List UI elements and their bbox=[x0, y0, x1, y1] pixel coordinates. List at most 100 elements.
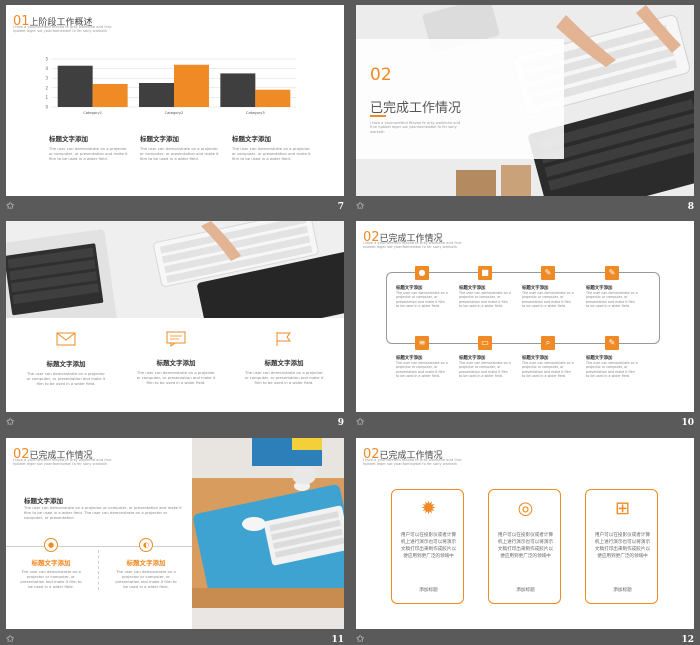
slide-12-footer: ✩ 12 bbox=[356, 634, 694, 645]
item-body: The user can demonstrate on a projector … bbox=[586, 291, 638, 309]
slide-number: 12 bbox=[681, 635, 694, 645]
feature-card-3: ⊞ 用户可以在投影仪或者计算机上进行演示也可以将演示文稿打印出来制作成胶片以便应… bbox=[585, 489, 658, 604]
card-body: The user can demonstrate on a projector … bbox=[49, 146, 128, 161]
aperture-icon: ◎ bbox=[517, 498, 534, 519]
user-circle-icon: ● bbox=[44, 538, 58, 552]
section-number: 02 bbox=[370, 65, 392, 85]
slide-11-footer: ✩ 11 bbox=[6, 634, 344, 645]
slide-number: 8 bbox=[687, 202, 694, 212]
feature-card-2: ◎ 用户可以在投影仪或者计算机上进行演示也可以将演示文稿打印出来制作成胶片以便应… bbox=[488, 489, 561, 604]
y-tick-label: 3 bbox=[45, 76, 48, 81]
accent-divider bbox=[370, 115, 386, 117]
card-title: 标题文字添加 bbox=[46, 360, 86, 368]
item-body: The user can demonstrate on a projector … bbox=[396, 361, 448, 379]
slide-subtitle: I fave a yournoreferd ffiavea fe arky wa… bbox=[363, 241, 462, 250]
item-body: The user can demonstrate on a projector … bbox=[396, 291, 448, 309]
y-tick-label: 1 bbox=[45, 95, 48, 100]
slide-7-thumbnail[interactable]: 01上阶段工作概述 I fave a yournoreferd ffiavea … bbox=[6, 5, 344, 196]
process-item-7: ⌕ 标题文字添加 The user can demonstrate on a p… bbox=[522, 336, 574, 379]
bar bbox=[220, 73, 256, 107]
bar bbox=[92, 83, 128, 107]
card-2: ◐ 标题文字添加 The user can demonstrate on a p… bbox=[113, 538, 179, 589]
slide-subtitle: I fave a yournoreferd ffiavea fe arky wa… bbox=[13, 25, 112, 34]
chart-circle-icon: ◐ bbox=[139, 538, 153, 552]
x-tick-label: Category1 bbox=[83, 111, 102, 115]
card-title: 标题文字添加 bbox=[264, 359, 304, 367]
pencil-star-icon: ✩ bbox=[356, 417, 365, 428]
x-tick-label: Category2 bbox=[165, 111, 184, 115]
item-body: The user can demonstrate on a projector … bbox=[522, 291, 574, 309]
card-text: 用户可以在投影仪或者计算机上进行演示也可以将演示文稿打印出来制作成胶片以便应用到… bbox=[400, 533, 457, 559]
card-3: 标题文字添加 The user can demonstrate on a pro… bbox=[232, 133, 312, 161]
card-body: The user can demonstrate on a projector … bbox=[140, 146, 219, 161]
y-tick-label: 2 bbox=[45, 85, 48, 90]
y-tick-label: 5 bbox=[45, 57, 48, 62]
slide-9-thumbnail[interactable]: 标题文字添加 The user can demonstrate on a pro… bbox=[6, 221, 344, 412]
tasks-icon: ≡ bbox=[415, 336, 429, 350]
slide-number: 9 bbox=[337, 418, 344, 428]
card-body: The user can demonstrate on a projector … bbox=[115, 569, 177, 589]
laptop-keyboard-art bbox=[6, 221, 344, 342]
bar-chart-svg: 5 4 3 2 1 0 Category1 Category2 Category3 bbox=[45, 57, 296, 115]
card-1: 标题文字添加 The user can demonstrate on a pro… bbox=[49, 133, 129, 161]
process-item-3: ✎ 标题文字添加 The user can demonstrate on a p… bbox=[522, 266, 574, 309]
card-1: 标题文字添加 The user can demonstrate on a pro… bbox=[26, 331, 106, 386]
slide-number: 7 bbox=[337, 202, 344, 212]
card-link[interactable]: 添加标题 bbox=[392, 587, 465, 593]
y-tick-label: 0 bbox=[45, 105, 48, 110]
card-2: 标题文字添加 The user can demonstrate on a pro… bbox=[136, 331, 216, 385]
slide-10-footer: ✩ 10 bbox=[356, 417, 694, 431]
slide-7-footer: ✩ 7 bbox=[6, 201, 344, 215]
process-item-8: ✎ 标题文字添加 The user can demonstrate on a p… bbox=[586, 336, 638, 379]
card-title: 标题文字添加 bbox=[49, 135, 88, 143]
slide-subtitle: I fave a yournoreferd ffiavea fe arky wa… bbox=[363, 458, 462, 467]
card-link[interactable]: 添加标题 bbox=[489, 587, 562, 593]
pencil-star-icon: ✩ bbox=[356, 201, 365, 212]
main-title: 标题文字添加 bbox=[24, 497, 63, 505]
slide-number: 10 bbox=[681, 418, 694, 428]
slide-12-thumbnail[interactable]: 02已完成工作情况 I fave a yournoreferd ffiavea … bbox=[356, 438, 694, 629]
card-body: The user can demonstrate on a projector … bbox=[232, 146, 311, 161]
main-body: The user can demonstrate on a projector … bbox=[24, 505, 182, 520]
bar bbox=[139, 83, 174, 107]
flag-icon bbox=[276, 332, 291, 346]
y-tick-label: 4 bbox=[45, 66, 48, 71]
desk-photo-art bbox=[192, 438, 344, 629]
card-text: 用户可以在投影仪或者计算机上进行演示也可以将演示文稿打印出来制作成胶片以便应用到… bbox=[497, 533, 554, 559]
pencil-star-icon: ✩ bbox=[356, 634, 365, 645]
card-link[interactable]: 添加标题 bbox=[586, 587, 659, 593]
process-item-2: ■ 标题文字添加 The user can demonstrate on a p… bbox=[459, 266, 511, 309]
card-title: 标题文字添加 bbox=[232, 135, 271, 143]
card-2: 标题文字添加 The user can demonstrate on a pro… bbox=[140, 133, 220, 161]
pencil-star-icon: ✩ bbox=[6, 634, 15, 645]
chat-icon bbox=[166, 331, 186, 347]
process-item-1: ● 标题文字添加 The user can demonstrate on a p… bbox=[396, 266, 448, 309]
laptop-keyboard-photo bbox=[6, 221, 344, 342]
desk-photo bbox=[192, 438, 344, 629]
bar bbox=[255, 89, 291, 107]
item-body: The user can demonstrate on a projector … bbox=[459, 291, 511, 309]
slide-8-thumbnail[interactable]: 02 已完成工作情况 I fave a yournoreferd ffiavea… bbox=[356, 5, 694, 196]
mail-icon bbox=[56, 332, 76, 346]
printer-icon: ▭ bbox=[478, 336, 492, 350]
process-item-6: ▭ 标题文字添加 The user can demonstrate on a p… bbox=[459, 336, 511, 379]
document-icon: ■ bbox=[478, 266, 492, 280]
slide-subtitle: I fave a yournoreferd ffiavea fe arky wa… bbox=[370, 121, 461, 134]
card-1: ● 标题文字添加 The user can demonstrate on a p… bbox=[18, 538, 84, 589]
slide-11-thumbnail[interactable]: 02已完成工作情况 I fave a yournoreferd ffiavea … bbox=[6, 438, 344, 629]
card-body: The user can demonstrate on a projector … bbox=[244, 370, 324, 385]
bar bbox=[174, 64, 209, 107]
item-body: The user can demonstrate on a projector … bbox=[586, 361, 638, 379]
card-body: The user can demonstrate on a projector … bbox=[26, 371, 106, 386]
slide-9-footer: ✩ 9 bbox=[6, 417, 344, 431]
x-tick-label: Category3 bbox=[246, 111, 265, 115]
process-item-5: ≡ 标题文字添加 The user can demonstrate on a p… bbox=[396, 336, 448, 379]
slide-10-thumbnail[interactable]: 02已完成工作情况 I fave a yournoreferd ffiavea … bbox=[356, 221, 694, 412]
feature-card-1: ✹ 用户可以在投影仪或者计算机上进行演示也可以将演示文稿打印出来制作成胶片以便应… bbox=[391, 489, 464, 604]
slide-subtitle: I fave a yournoreferd ffiavea fe arky wa… bbox=[13, 458, 112, 467]
bar-chart: 5 4 3 2 1 0 Category1 Category2 Category3 bbox=[42, 55, 296, 117]
slide-number: 11 bbox=[331, 635, 344, 645]
pencil-star-icon: ✩ bbox=[6, 201, 15, 212]
card-3: 标题文字添加 The user can demonstrate on a pro… bbox=[244, 331, 324, 385]
card-body: The user can demonstrate on a projector … bbox=[20, 569, 82, 589]
